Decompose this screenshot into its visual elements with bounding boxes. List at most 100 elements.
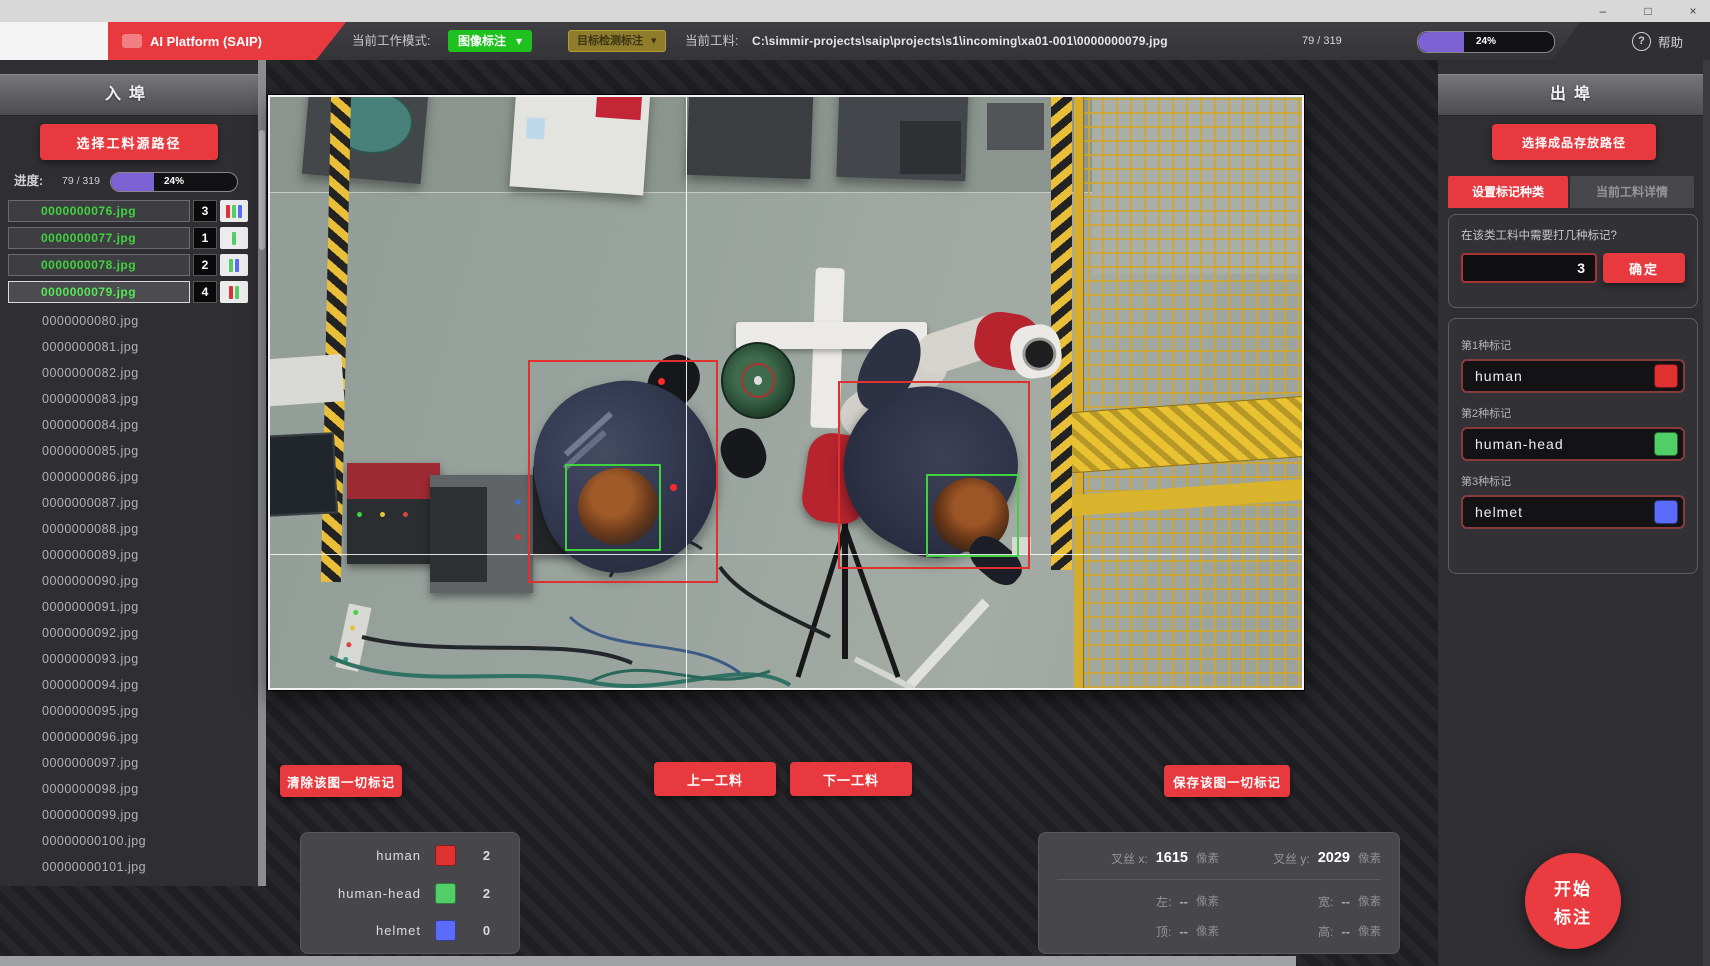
file-list-item[interactable]: 00000000101.jpg [8,854,248,880]
file-list-item[interactable]: 0000000097.jpg [8,750,248,776]
file-list-item[interactable]: 0000000078.jpg2 [8,254,248,276]
legend-color-swatch [435,920,456,941]
box-height-label: 高: [1318,923,1333,940]
confirm-button[interactable]: 确定 [1603,253,1685,283]
box-width-label: 宽: [1318,893,1333,910]
marker-name-input[interactable]: human [1461,359,1685,393]
bounding-box-human-head[interactable] [565,464,661,551]
pixel-unit: 像素 [1358,923,1381,939]
app-header: AI Platform (SAIP) 当前工作模式: 图像标注 ▾ 目标检测标注… [0,22,1710,60]
restore-icon[interactable]: □ [1633,3,1663,19]
legend-label: human [317,848,421,863]
annotation-count-badge: 3 [193,200,217,222]
legend-row: human-head2 [317,883,503,904]
select-source-path-button[interactable]: 选择工料源路径 [40,124,218,160]
tab-set-marker-types[interactable]: 设置标记种类 [1448,176,1568,208]
legend-color-swatch [435,845,456,866]
output-panel-scrollbar[interactable] [1703,60,1710,966]
file-list-scrollbar-thumb[interactable] [259,130,265,250]
file-list-item[interactable]: 0000000087.jpg [8,490,248,516]
file-list-item[interactable]: 0000000098.jpg [8,776,248,802]
annotation-count-badge: 2 [193,254,217,276]
file-list-item[interactable]: 0000000081.jpg [8,334,248,360]
file-list-item[interactable]: 0000000099.jpg [8,802,248,828]
crosshair-x-readout: 叉丝 x: 1615 像素 [1057,850,1219,867]
box-left-value: -- [1179,894,1188,909]
window-titlebar: – □ × [0,0,1710,23]
legend-count: 2 [470,886,503,901]
next-workpiece-button[interactable]: 下一工料 [790,762,912,796]
box-width-readout: 宽: -- 像素 [1219,893,1381,910]
box-left-readout: 左: -- 像素 [1057,893,1219,910]
marker-count-box: 在该类工料中需要打几种标记? 3 确定 [1448,214,1698,308]
marker-color-swatch[interactable] [1654,364,1678,388]
file-list-item[interactable]: 0000000088.jpg [8,516,248,542]
minimize-icon[interactable]: – [1588,3,1618,19]
mode-dropdown-image-annotation[interactable]: 图像标注 ▾ [448,30,532,52]
annotation-canvas[interactable] [268,95,1304,690]
file-list-item[interactable]: 0000000080.jpg [8,308,248,334]
clear-annotations-button[interactable]: 清除该图一切标记 [280,765,402,797]
file-list-item[interactable]: 0000000092.jpg [8,620,248,646]
marker-count-input[interactable]: 3 [1461,253,1597,283]
file-list-item[interactable]: 0000000096.jpg [8,724,248,750]
crosshair-y-readout: 叉丝 y: 2029 像素 [1219,850,1381,867]
start-button-line1: 开始 [1525,875,1621,900]
mode-dropdown-detection-annotation[interactable]: 目标检测标注 ▾ [568,30,666,52]
file-list-item[interactable]: 0000000095.jpg [8,698,248,724]
box-height-value: -- [1341,924,1350,939]
scene-robot-disc [721,342,795,419]
file-list-item[interactable]: 0000000086.jpg [8,464,248,490]
output-panel: 出埠 选择成品存放路径 设置标记种类 当前工料详情 在该类工料中需要打几种标记?… [1438,60,1710,966]
select-output-path-button[interactable]: 选择成品存放路径 [1492,124,1656,160]
close-icon[interactable]: × [1678,3,1708,19]
header-progress-count: 79 / 319 [1302,22,1342,60]
crosshair-horizontal-line [270,554,1302,555]
file-list-item[interactable]: 0000000089.jpg [8,542,248,568]
file-list-item[interactable]: 0000000091.jpg [8,594,248,620]
box-top-readout: 顶: -- 像素 [1057,923,1219,940]
file-list-item[interactable]: 00000000100.jpg [8,828,248,854]
legend-color-swatch [435,883,456,904]
marker-type-group: 第2种标记human-head [1461,405,1685,461]
legend-count: 2 [470,848,503,863]
file-list-item-selected[interactable]: 0000000079.jpg4 [8,281,248,303]
file-list-item[interactable]: 0000000085.jpg [8,438,248,464]
chevron-down-icon: ▾ [651,31,657,51]
legend-row: human 2 [317,845,503,866]
file-list-item[interactable]: 0000000094.jpg [8,672,248,698]
crosshair-y-label: 叉丝 y: [1273,850,1310,867]
start-button-line2: 标注 [1525,903,1621,928]
bounding-box-human-head[interactable] [926,474,1019,557]
file-list-item[interactable]: 0000000082.jpg [8,360,248,386]
file-list-item[interactable]: 0000000093.jpg [8,646,248,672]
file-list-item[interactable]: 0000000077.jpg1 [8,227,248,249]
marker-color-swatch[interactable] [1654,500,1678,524]
marker-types-box: 第1种标记human第2种标记human-head第3种标记helmet [1448,318,1698,574]
input-panel: 入埠 选择工料源路径 进度: 79 / 319 24% 0000000076.j… [0,60,258,886]
file-list-item[interactable]: 0000000090.jpg [8,568,248,594]
work-mode-label: 当前工作模式: [352,22,430,60]
app-window: – □ × AI Platform (SAIP) 当前工作模式: 图像标注 ▾ … [0,0,1710,966]
file-list-item[interactable]: 0000000076.jpg3 [8,200,248,222]
output-panel-title: 出埠 [1438,74,1710,116]
header-progress-percent: 24% [1418,32,1554,52]
legend-label: helmet [317,923,421,938]
file-list-item[interactable]: 0000000083.jpg [8,386,248,412]
label-colors-chip [220,227,248,249]
help-button[interactable]: ? 帮助 [1632,22,1683,60]
marker-color-swatch[interactable] [1654,432,1678,456]
crosshair-x-value: 1615 [1156,850,1188,866]
start-annotation-button[interactable]: 开始 标注 [1525,853,1621,949]
pixel-unit: 像素 [1196,923,1219,939]
file-list-item[interactable]: 0000000084.jpg [8,412,248,438]
previous-workpiece-button[interactable]: 上一工料 [654,762,776,796]
marker-name-value: human-head [1475,436,1654,452]
brand-title: AI Platform (SAIP) [150,34,262,49]
save-annotations-button[interactable]: 保存该图一切标记 [1164,765,1290,797]
tab-workpiece-details[interactable]: 当前工料详情 [1570,176,1694,208]
file-name: 0000000077.jpg [8,227,190,249]
marker-name-input[interactable]: helmet [1461,495,1685,529]
marker-name-input[interactable]: human-head [1461,427,1685,461]
box-left-label: 左: [1156,893,1171,910]
